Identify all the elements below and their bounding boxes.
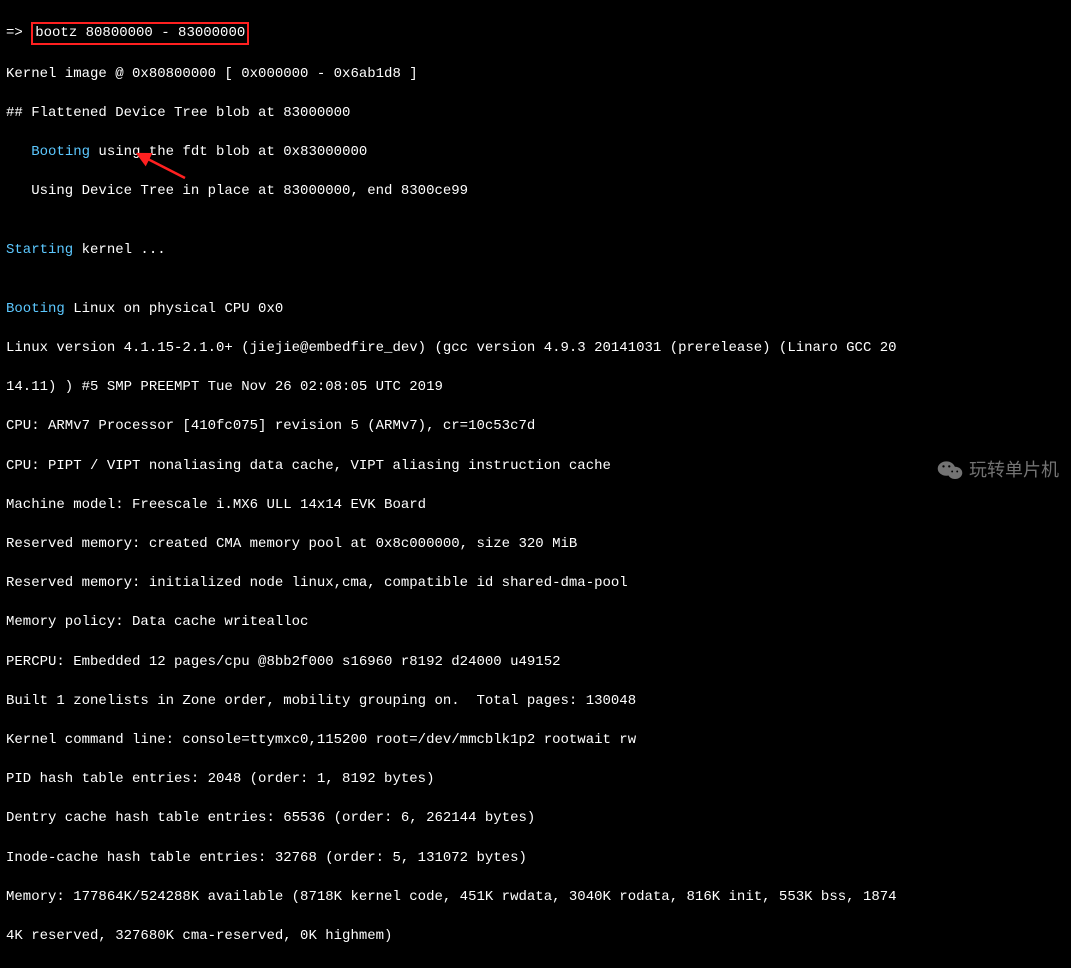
command-highlight: bootz 80800000 - 83000000: [31, 22, 249, 46]
log-line: Booting using the fdt blob at 0x83000000: [6, 143, 1065, 163]
log-line: 14.11) ) #5 SMP PREEMPT Tue Nov 26 02:08…: [6, 378, 1065, 398]
terminal-output: => bootz 80800000 - 83000000 Kernel imag…: [0, 0, 1071, 968]
booting-keyword: Booting: [6, 301, 65, 317]
watermark: 玩转单片机: [937, 458, 1059, 483]
log-line: CPU: PIPT / VIPT nonaliasing data cache,…: [6, 457, 1065, 477]
log-line: Memory policy: Data cache writealloc: [6, 613, 1065, 633]
log-line: CPU: ARMv7 Processor [410fc075] revision…: [6, 417, 1065, 437]
log-line: ## Flattened Device Tree blob at 8300000…: [6, 104, 1065, 124]
log-line: Inode-cache hash table entries: 32768 (o…: [6, 849, 1065, 869]
log-line: Reserved memory: created CMA memory pool…: [6, 535, 1065, 555]
command-line: => bootz 80800000 - 83000000: [6, 22, 1065, 46]
log-line: PID hash table entries: 2048 (order: 1, …: [6, 770, 1065, 790]
prompt-arrow: =>: [6, 25, 31, 41]
starting-kernel-line: Starting kernel ...: [6, 241, 1065, 261]
booting-keyword: Booting: [31, 144, 90, 160]
booting-linux-line: Booting Linux on physical CPU 0x0: [6, 300, 1065, 320]
log-line: PERCPU: Embedded 12 pages/cpu @8bb2f000 …: [6, 653, 1065, 673]
log-line: Kernel command line: console=ttymxc0,115…: [6, 731, 1065, 751]
watermark-text: 玩转单片机: [969, 458, 1059, 483]
log-line: Kernel image @ 0x80800000 [ 0x000000 - 0…: [6, 65, 1065, 85]
log-line: Linux version 4.1.15-2.1.0+ (jiejie@embe…: [6, 339, 1065, 359]
log-line: Machine model: Freescale i.MX6 ULL 14x14…: [6, 496, 1065, 516]
log-line: 4K reserved, 327680K cma-reserved, 0K hi…: [6, 927, 1065, 947]
log-line: Dentry cache hash table entries: 65536 (…: [6, 809, 1065, 829]
wechat-icon: [937, 459, 963, 481]
log-line: Reserved memory: initialized node linux,…: [6, 574, 1065, 594]
starting-keyword: Starting: [6, 242, 73, 258]
log-line: Memory: 177864K/524288K available (8718K…: [6, 888, 1065, 908]
log-line: Built 1 zonelists in Zone order, mobilit…: [6, 692, 1065, 712]
log-line: Using Device Tree in place at 83000000, …: [6, 182, 1065, 202]
